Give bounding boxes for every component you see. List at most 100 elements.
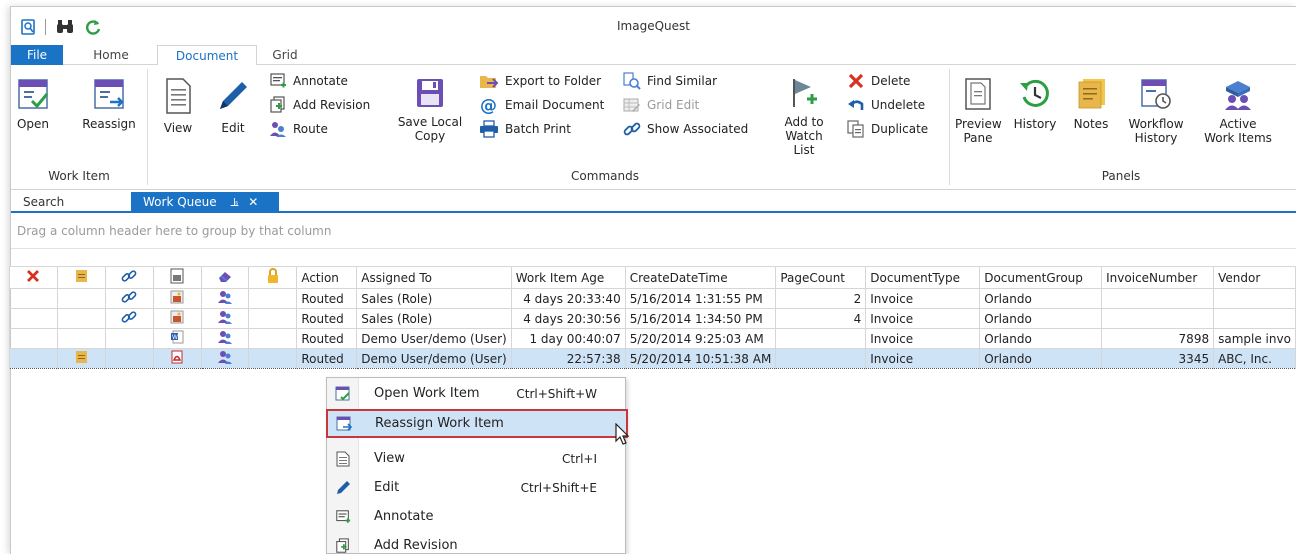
document-type-cell: Invoice — [865, 328, 981, 349]
email-document-label: Email Document — [505, 98, 605, 112]
group-separator — [949, 69, 950, 185]
add-revision-button[interactable]: Add Revision — [269, 95, 370, 115]
tab-file[interactable]: File — [11, 45, 63, 65]
close-tab-icon[interactable]: ✕ — [248, 195, 258, 209]
menu-item-open-work-item[interactable]: Open Work Item Ctrl+Shift+W — [327, 379, 625, 408]
assigned-to-cell: Demo User/demo (User) — [356, 348, 512, 369]
associated-cell[interactable] — [104, 288, 154, 309]
route-label: Route — [293, 122, 328, 136]
associated-cell[interactable] — [104, 308, 154, 329]
menu-item-edit[interactable]: Edit Ctrl+Shift+E — [327, 473, 625, 502]
save-local-label-line1: Save Local — [397, 115, 463, 129]
vendor-cell — [1213, 308, 1296, 329]
annotate-button[interactable]: Annotate — [269, 71, 348, 91]
delete-button[interactable]: Delete — [847, 71, 910, 91]
notes-icon — [76, 351, 88, 363]
export-to-folder-button[interactable]: Export to Folder — [479, 71, 601, 91]
menu-shortcut: Ctrl+I — [562, 451, 597, 466]
filetype-column-header[interactable] — [152, 266, 202, 289]
workflow-history-button[interactable]: Workflow History — [1125, 77, 1187, 145]
active-work-items-button[interactable]: Active Work Items — [1199, 77, 1277, 145]
create-datetime-column-header[interactable]: CreateDateTime — [624, 266, 777, 289]
document-type-cell: Invoice — [865, 308, 981, 329]
chain-link-icon — [121, 270, 137, 282]
menu-item-annotate[interactable]: Annotate — [327, 502, 625, 531]
show-associated-button[interactable]: Show Associated — [623, 119, 748, 139]
deleted-cell — [9, 348, 58, 369]
pin-icon[interactable]: ⫡ — [230, 195, 238, 209]
notes-label: Notes — [1073, 117, 1109, 131]
save-local-copy-button[interactable]: Save Local Copy — [395, 77, 465, 143]
grid-edit-label: Grid Edit — [647, 98, 700, 112]
context-menu: Open Work Item Ctrl+Shift+W Reassign Wor… — [326, 377, 628, 554]
edit-button[interactable]: Edit — [211, 77, 255, 135]
notes-cell[interactable] — [56, 348, 106, 369]
document-group-column-header[interactable]: DocumentGroup — [979, 266, 1103, 289]
tab-search[interactable]: Search — [11, 192, 121, 213]
tab-home[interactable]: Home — [81, 45, 141, 66]
associated-column-header[interactable] — [104, 266, 154, 289]
menu-item-add-revision[interactable]: Add Revision — [327, 531, 625, 554]
work-item-age-cell: 4 days 20:30:56 — [510, 308, 626, 329]
menu-shortcut: Ctrl+Shift+E — [520, 480, 597, 495]
lock-cell — [248, 348, 298, 369]
notes-button[interactable]: Notes — [1069, 77, 1113, 131]
reassign-button[interactable]: Reassign — [79, 77, 139, 131]
tab-work-queue[interactable]: Work Queue ⫡ ✕ — [131, 192, 279, 213]
users-icon — [218, 291, 232, 304]
create-datetime-cell: 5/16/2014 1:31:55 PM — [624, 288, 777, 309]
notes-column-header[interactable] — [56, 266, 106, 289]
table-row[interactable]: W Routed Demo User/demo (User) 1 day 00:… — [9, 328, 1296, 349]
add-to-watch-list-button[interactable]: Add to Watch List — [773, 77, 835, 157]
add-revision-icon — [336, 537, 349, 553]
grid-header-row: Action Assigned To Work Item Age CreateD… — [9, 266, 1296, 289]
add-revision-icon — [270, 96, 285, 113]
vendor-column-header[interactable]: Vendor — [1213, 266, 1296, 289]
history-button[interactable]: History — [1011, 77, 1059, 131]
document-type-cell: Invoice — [865, 288, 981, 309]
open-label: Open — [16, 117, 50, 131]
tab-grid[interactable]: Grid — [265, 45, 305, 66]
assigned-to-column-header[interactable]: Assigned To — [356, 266, 512, 289]
work-item-age-cell: 1 day 00:40:07 — [510, 328, 626, 349]
view-button[interactable]: View — [161, 77, 195, 135]
duplicate-button[interactable]: Duplicate — [847, 119, 928, 139]
show-associated-label: Show Associated — [647, 122, 749, 136]
email-document-button[interactable]: @ Email Document — [479, 95, 604, 115]
page-count-column-header[interactable]: PageCount — [775, 266, 867, 289]
route-button[interactable]: Route — [269, 119, 328, 139]
pencil-icon — [337, 480, 350, 494]
table-row[interactable]: Routed Sales (Role) 4 days 20:30:56 5/16… — [9, 308, 1296, 329]
route-cell — [200, 288, 250, 309]
deleted-cell — [9, 288, 58, 309]
active-label-line1: Active — [1219, 117, 1257, 131]
document-group-cell: Orlando — [979, 348, 1103, 369]
document-group-cell: Orlando — [979, 328, 1103, 349]
notes-cell — [56, 288, 106, 309]
menu-item-reassign-work-item[interactable]: Reassign Work Item — [326, 409, 628, 438]
grid-edit-button[interactable]: Grid Edit — [623, 95, 699, 115]
open-button[interactable]: Open — [13, 77, 53, 131]
route-column-header[interactable] — [200, 266, 250, 289]
notes-cell — [56, 308, 106, 329]
menu-shortcut: Ctrl+Shift+W — [516, 386, 597, 401]
find-similar-button[interactable]: Find Similar — [623, 71, 717, 91]
lock-column-header[interactable] — [248, 266, 298, 289]
preview-pane-button[interactable]: Preview Pane — [955, 77, 1002, 145]
invoice-number-cell — [1101, 288, 1215, 309]
document-type-column-header[interactable]: DocumentType — [865, 266, 981, 289]
undelete-button[interactable]: Undelete — [847, 95, 925, 115]
invoice-number-column-header[interactable]: InvoiceNumber — [1101, 266, 1215, 289]
document-group-cell: Orlando — [979, 308, 1103, 329]
tab-document[interactable]: Document — [157, 45, 257, 66]
work-item-group-label: Work Item — [48, 169, 110, 183]
table-row-selected[interactable]: Routed Demo User/demo (User) 22:57:38 5/… — [9, 348, 1296, 369]
pencil-icon — [220, 82, 247, 109]
work-item-age-column-header[interactable]: Work Item Age — [510, 266, 626, 289]
batch-print-button[interactable]: Batch Print — [479, 119, 571, 139]
menu-item-view[interactable]: View Ctrl+I — [327, 444, 625, 473]
deleted-column-header[interactable] — [9, 266, 58, 289]
add-watch-label-line2: Watch List — [785, 129, 823, 157]
action-column-header[interactable]: Action — [296, 266, 358, 289]
table-row[interactable]: Routed Sales (Role) 4 days 20:33:40 5/16… — [9, 288, 1296, 309]
